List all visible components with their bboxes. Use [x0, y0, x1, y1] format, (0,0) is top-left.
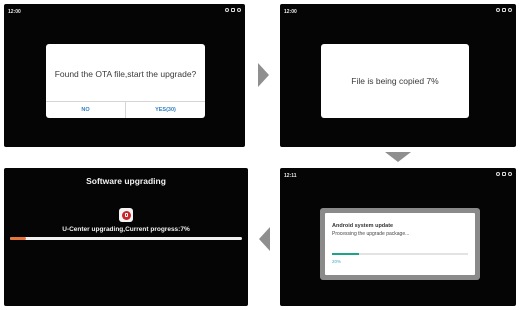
- android-update-subtitle: Processing the upgrade package...: [332, 231, 410, 237]
- status-icons: [496, 172, 512, 176]
- bluetooth-icon: [231, 8, 235, 12]
- arrow-left-icon: [259, 227, 270, 251]
- no-button[interactable]: NO: [46, 102, 125, 118]
- status-time: 12:00: [8, 9, 21, 15]
- android-update-progress-bar: [332, 253, 468, 255]
- screen-software-upgrading: Software upgrading U-Center upgrading,Cu…: [4, 168, 248, 306]
- android-update-title: Android system update: [332, 223, 394, 229]
- u-center-progress-bar: [10, 237, 242, 240]
- settings-icon: [237, 8, 241, 12]
- u-center-logo-icon: [121, 210, 131, 220]
- status-time: 12:00: [284, 9, 297, 15]
- file-copy-dialog: File is being copied 7%: [321, 44, 469, 118]
- yes-button[interactable]: YES(30): [125, 102, 205, 118]
- ota-confirm-message: Found the OTA file,start the upgrade?: [54, 69, 197, 79]
- u-center-app-icon: [119, 208, 133, 222]
- software-upgrading-title: Software upgrading: [86, 176, 166, 186]
- android-update-card: Android system update Processing the upg…: [325, 213, 475, 275]
- dialog-button-row: NO YES(30): [46, 101, 205, 118]
- status-bar: 12:00: [280, 4, 516, 18]
- bluetooth-icon: [502, 8, 506, 12]
- status-bar: 12:11: [280, 168, 516, 182]
- headphones-icon: [496, 172, 500, 176]
- status-icons: [496, 8, 512, 12]
- headphones-icon: [225, 8, 229, 12]
- android-update-frame: Android system update Processing the upg…: [320, 208, 480, 280]
- screen-file-copying: 12:00 File is being copied 7%: [280, 4, 516, 147]
- android-update-percent: 20%: [332, 259, 342, 264]
- status-bar: 12:00: [4, 4, 245, 18]
- arrow-down-icon: [385, 152, 411, 162]
- status-time: 12:11: [284, 173, 297, 179]
- screen-android-update: 12:11 Android system update Processing t…: [280, 168, 516, 306]
- ota-confirm-dialog: Found the OTA file,start the upgrade? NO…: [46, 44, 205, 118]
- android-update-progress-fill: [332, 253, 360, 255]
- screen-ota-found: 12:00 Found the OTA file,start the upgra…: [4, 4, 245, 147]
- bluetooth-icon: [502, 172, 506, 176]
- file-copy-message: File is being copied 7%: [351, 76, 439, 86]
- status-icons: [225, 8, 241, 12]
- headphones-icon: [496, 8, 500, 12]
- settings-icon: [508, 172, 512, 176]
- arrow-right-icon: [258, 63, 269, 87]
- u-center-progress-fill: [10, 237, 27, 240]
- u-center-progress-text: U-Center upgrading,Current progress:7%: [62, 226, 190, 233]
- settings-icon: [508, 8, 512, 12]
